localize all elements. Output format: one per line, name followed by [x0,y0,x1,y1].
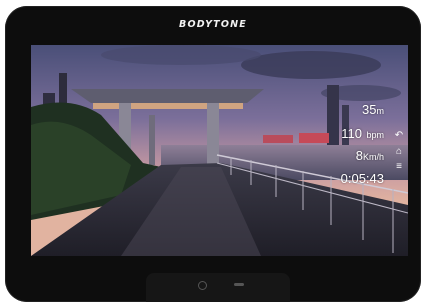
brand-logo: BODYTONE [179,19,247,30]
elapsed-time-readout: 0:05:43 [341,170,384,188]
control-bar [146,273,290,302]
scenic-video-frame [31,45,408,256]
speed-unit: Km/h [362,152,384,162]
heart-rate-unit: bpm [366,130,384,140]
treadmill-console: BODYTONE 35m 110 bpm 8Km/h 0:05:43 ↶ ⌂ ≡ [5,6,421,302]
video-display: 35m 110 bpm 8Km/h 0:05:43 ↶ ⌂ ≡ [31,45,408,256]
speed-value: 8 [355,148,363,163]
slot-button[interactable] [234,283,244,286]
speed-readout: 8Km/h [356,147,384,165]
distance-readout: 35m [362,101,384,119]
elapsed-time-value: 0:05:43 [340,171,384,186]
distance-unit: m [376,106,385,116]
return-arrow-icon[interactable]: ↶ [393,130,405,142]
distance-value: 35 [362,102,377,117]
menu-icon[interactable]: ≡ [393,161,405,173]
heart-rate-value: 110 [341,126,363,141]
heart-rate-readout: 110 bpm [341,125,384,143]
power-button[interactable] [198,281,207,290]
home-icon[interactable]: ⌂ [393,146,405,158]
